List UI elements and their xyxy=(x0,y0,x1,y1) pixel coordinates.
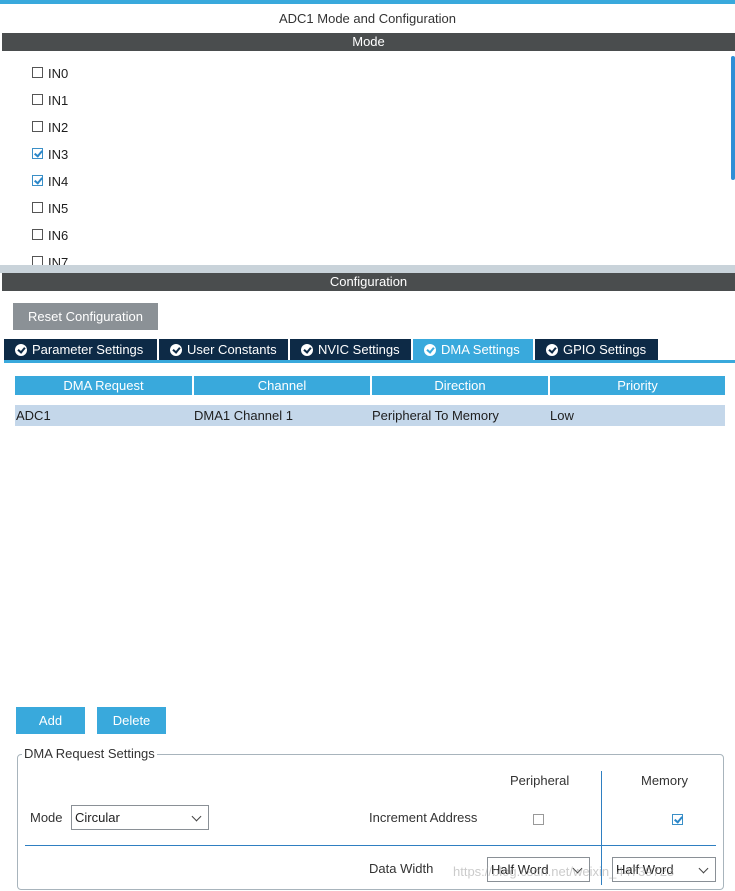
tab-gpio-settings[interactable]: GPIO Settings xyxy=(535,339,658,361)
config-section-header[interactable]: Configuration xyxy=(2,273,735,291)
panel-splitter[interactable] xyxy=(0,265,735,273)
tabs-underline xyxy=(4,360,735,363)
tab-label: NVIC Settings xyxy=(318,342,400,357)
reset-configuration-button[interactable]: Reset Configuration xyxy=(13,303,158,330)
channel-checkbox-in5[interactable] xyxy=(32,202,43,214)
check-circle-icon xyxy=(15,344,27,356)
chevron-down-icon xyxy=(698,863,709,874)
column-header-dma-request[interactable]: DMA Request xyxy=(15,376,192,395)
chevron-down-icon xyxy=(191,811,202,822)
table-cell-dma-request[interactable]: ADC1 xyxy=(15,405,193,426)
channel-checkbox-in3[interactable] xyxy=(32,148,43,160)
tab-label: DMA Settings xyxy=(441,342,520,357)
table-cell-direction[interactable]: Peripheral To Memory xyxy=(371,405,549,426)
mode-list-scrollbar[interactable] xyxy=(731,56,735,180)
channel-checkbox-in0[interactable] xyxy=(32,67,43,79)
window-title: ADC1 Mode and Configuration xyxy=(278,11,457,26)
channel-item-in0[interactable]: IN0 xyxy=(32,64,68,82)
column-header-priority[interactable]: Priority xyxy=(550,376,725,395)
channel-item-in5[interactable]: IN5 xyxy=(32,199,68,217)
channel-checkbox-in2[interactable] xyxy=(32,121,43,133)
mode-label: Mode xyxy=(30,810,63,825)
tab-nvic-settings[interactable]: NVIC Settings xyxy=(290,339,411,361)
data-width-label: Data Width xyxy=(369,861,434,876)
channel-checkbox-in4[interactable] xyxy=(32,175,43,187)
channel-item-in1[interactable]: IN1 xyxy=(32,91,68,109)
table-cell-priority[interactable]: Low xyxy=(549,405,725,426)
channel-item-in3[interactable]: IN3 xyxy=(32,145,68,163)
column-header-direction[interactable]: Direction xyxy=(372,376,548,395)
tab-label: Parameter Settings xyxy=(32,342,144,357)
peripheral-header: Peripheral xyxy=(510,773,570,788)
memory-increment-checkbox[interactable] xyxy=(671,814,683,826)
channel-item-in6[interactable]: IN6 xyxy=(32,226,68,244)
mode-channel-list[interactable]: IN0 IN1 IN2 IN3 IN4 IN5 IN6 IN7 xyxy=(2,56,735,266)
tab-user-constants[interactable]: User Constants xyxy=(159,339,288,361)
channel-checkbox-in6[interactable] xyxy=(32,229,43,241)
check-circle-icon xyxy=(546,344,558,356)
dma-request-settings-legend: DMA Request Settings xyxy=(22,746,157,762)
check-circle-icon xyxy=(301,344,313,356)
watermark: https://blog.csdn.net/weixin_44739723 xyxy=(453,864,675,879)
tab-parameter-settings[interactable]: Parameter Settings xyxy=(4,339,157,361)
mode-section-header[interactable]: Mode xyxy=(2,33,735,51)
mode-select-value: Circular xyxy=(75,810,120,825)
channel-label: IN3 xyxy=(48,146,69,162)
channel-item-in2[interactable]: IN2 xyxy=(32,118,68,136)
row-divider xyxy=(25,845,716,846)
table-cell-channel[interactable]: DMA1 Channel 1 xyxy=(193,405,371,426)
channel-label: IN4 xyxy=(48,173,69,189)
check-circle-icon xyxy=(170,344,182,356)
check-circle-icon xyxy=(424,344,436,356)
peripheral-increment-checkbox[interactable] xyxy=(533,814,544,826)
mode-select[interactable]: Circular xyxy=(71,805,209,830)
memory-header: Memory xyxy=(641,773,688,788)
channel-label: IN5 xyxy=(48,200,69,216)
tab-label: GPIO Settings xyxy=(563,342,647,357)
channel-label: IN6 xyxy=(48,227,69,243)
column-header-channel[interactable]: Channel xyxy=(194,376,370,395)
tab-dma-settings[interactable]: DMA Settings xyxy=(413,339,533,361)
add-button[interactable]: Add xyxy=(16,707,85,734)
tab-label: User Constants xyxy=(187,342,277,357)
channel-label: IN0 xyxy=(48,65,69,81)
channel-label: IN1 xyxy=(48,92,69,108)
delete-button[interactable]: Delete xyxy=(97,707,166,734)
channel-item-in4[interactable]: IN4 xyxy=(32,172,68,190)
channel-checkbox-in1[interactable] xyxy=(32,94,43,106)
increment-address-label: Increment Address xyxy=(369,810,478,825)
channel-label: IN2 xyxy=(48,119,69,135)
